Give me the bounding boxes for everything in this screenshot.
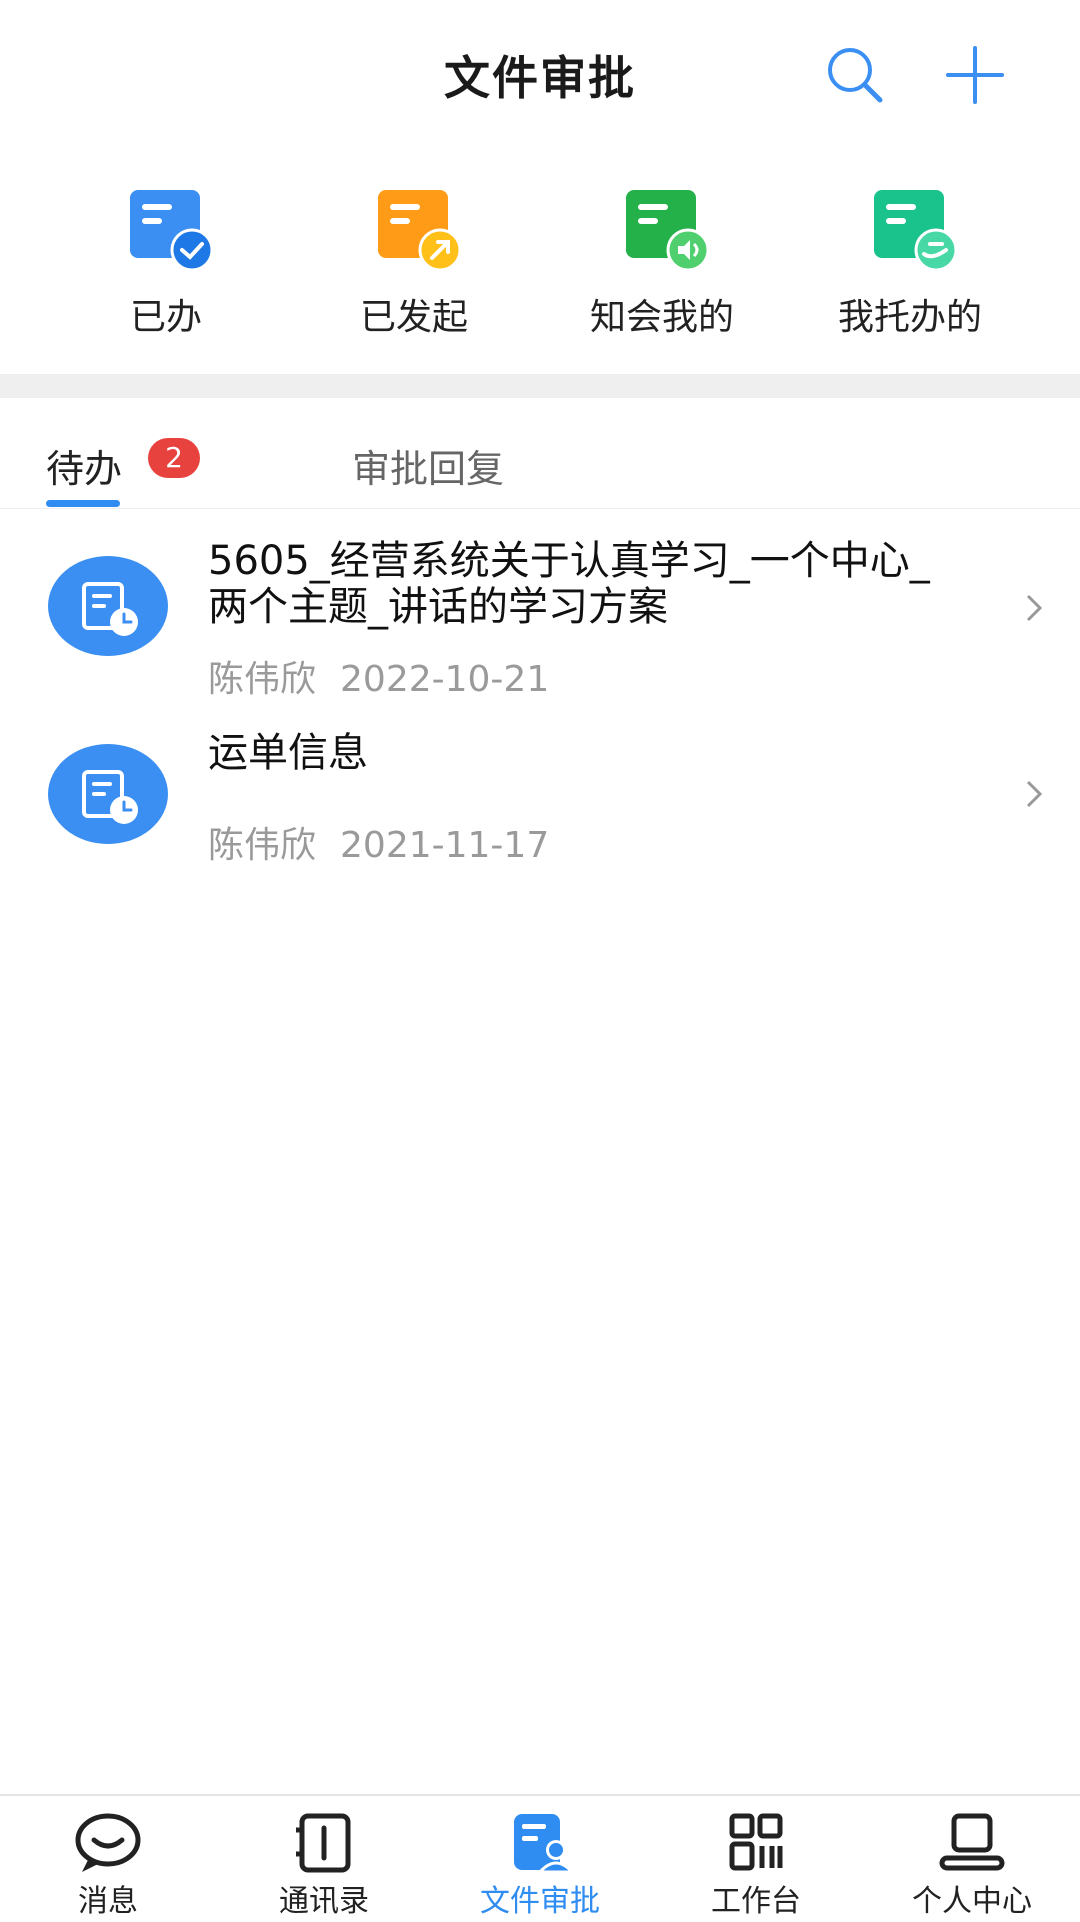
contacts-icon [296, 1813, 351, 1873]
quick-action-label: 已发起 [359, 297, 468, 338]
delegated-doc-icon [874, 190, 958, 272]
item-date: 2021-11-17 [340, 825, 550, 866]
todo-count-badge: 2 [148, 438, 200, 478]
page-title: 文件审批 [444, 51, 636, 105]
done-doc-icon [130, 190, 214, 272]
plus-icon [946, 46, 1004, 104]
item-title: 5605_经营系统关于认真学习_一个中心_两个主题_讲话的学习方案 [208, 538, 930, 630]
nav-profile[interactable]: 个人中心 [872, 1806, 1072, 1919]
tab-bar: 待办 2 审批回复 [0, 398, 1080, 509]
list-item[interactable]: 5605_经营系统关于认真学习_一个中心_两个主题_讲话的学习方案 陈伟欣 202… [0, 510, 1080, 710]
quick-actions: 已办 已发起 知会我的 我托办的 [0, 170, 1080, 370]
search-icon [828, 48, 883, 103]
item-title: 运单信息 [208, 730, 368, 776]
nav-label: 通讯录 [279, 1884, 369, 1919]
app-header: 文件审批 [0, 0, 1080, 150]
quick-action-done[interactable]: 已办 [56, 170, 276, 350]
quick-action-delegated[interactable]: 我托办的 [800, 170, 1020, 350]
quick-action-label: 我托办的 [837, 297, 982, 338]
quick-action-initiated[interactable]: 已发起 [304, 170, 524, 350]
nav-label: 消息 [78, 1884, 138, 1919]
initiated-doc-icon [378, 190, 462, 272]
workbench-icon [729, 1813, 783, 1871]
document-avatar [48, 744, 168, 844]
item-author: 陈伟欣 [208, 659, 317, 700]
item-meta: 陈伟欣 2022-10-21 [208, 650, 549, 702]
message-icon [75, 1813, 141, 1872]
quick-action-notify[interactable]: 知会我的 [552, 170, 772, 350]
chevron-right-icon [1026, 780, 1043, 808]
quick-action-label: 知会我的 [589, 297, 734, 338]
profile-icon [939, 1813, 1005, 1871]
quick-action-label: 已办 [129, 297, 202, 338]
pending-doc-icon [48, 556, 168, 656]
document-avatar [48, 556, 168, 656]
tab-approval-reply[interactable]: 审批回复 [352, 438, 504, 493]
item-date: 2022-10-21 [340, 659, 550, 700]
pending-doc-icon [48, 744, 168, 844]
notify-doc-icon [626, 190, 710, 272]
nav-label: 个人中心 [912, 1884, 1032, 1919]
nav-label: 文件审批 [480, 1884, 600, 1919]
active-tab-indicator [46, 500, 120, 507]
bottom-navigation: 消息 通讯录 文件审批 工作台 个人中心 [0, 1794, 1080, 1922]
search-button[interactable] [820, 40, 890, 110]
list-item[interactable]: 运单信息 陈伟欣 2021-11-17 [0, 720, 1080, 870]
nav-label: 工作台 [711, 1884, 801, 1919]
tab-todo[interactable]: 待办 [46, 438, 122, 493]
file-approval-icon [514, 1814, 576, 1874]
section-divider [0, 374, 1080, 398]
nav-workbench[interactable]: 工作台 [656, 1806, 856, 1919]
add-button[interactable] [940, 40, 1010, 110]
nav-messages[interactable]: 消息 [8, 1806, 208, 1919]
item-meta: 陈伟欣 2021-11-17 [208, 816, 549, 868]
nav-contacts[interactable]: 通讯录 [224, 1806, 424, 1919]
chevron-right-icon [1026, 594, 1043, 622]
nav-file-approval[interactable]: 文件审批 [440, 1806, 640, 1919]
item-author: 陈伟欣 [208, 825, 317, 866]
